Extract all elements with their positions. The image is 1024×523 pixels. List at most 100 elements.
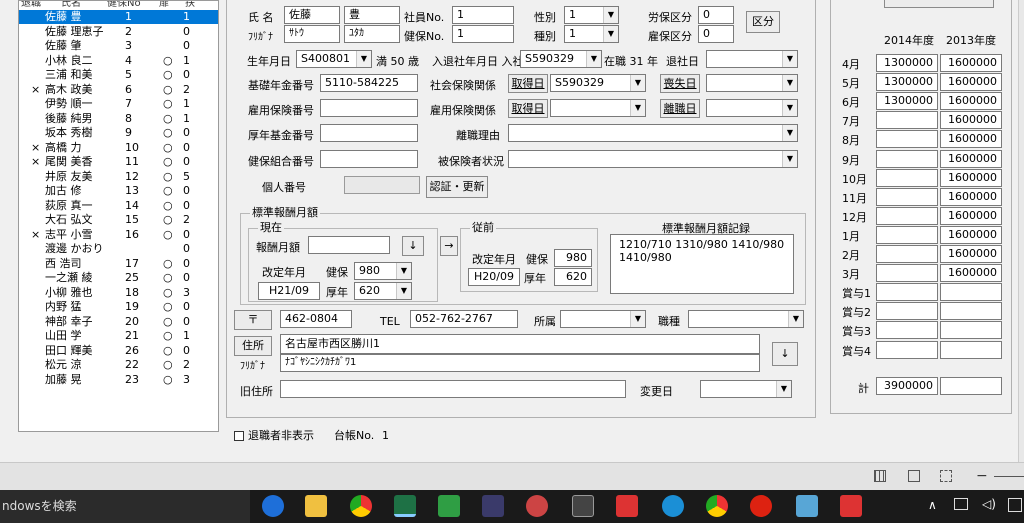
month-2014-value[interactable] [876,264,938,283]
social-acquire-select[interactable]: S590329 ▼ [550,74,646,92]
tel-input[interactable]: 052-762-2767 [410,310,518,328]
last-kana-input[interactable]: ｻﾄｳ [284,25,340,43]
dw-app-icon-2[interactable] [840,495,862,517]
month-2013-value[interactable]: 1600000 [940,168,1002,187]
reason-select[interactable]: ▼ [508,124,798,142]
revise-input[interactable]: H21/09 [258,282,320,300]
employee-list[interactable]: 退職 氏名 健保No 扉 扶 佐藤 豊 1 1 佐藤 理恵子 2 0 佐藤 肇 3 0 小林 良二… [18,0,219,432]
month-2014-value[interactable] [876,225,938,244]
list-item[interactable]: 渡邊 かおり 0 [19,242,218,256]
month-2014-value[interactable]: 1300000 [876,54,938,72]
birth-select[interactable]: S400801 ▼ [296,50,372,68]
list-item[interactable]: 田口 輝美 26 ○ 0 [19,344,218,358]
list-item[interactable]: 荻原 真一 14 ○ 0 [19,199,218,213]
excel-icon[interactable] [394,495,416,517]
acquire-button[interactable]: 取得日 [508,74,548,93]
dept-select[interactable]: ▼ [560,310,646,328]
list-item[interactable]: × 高木 政美 6 ○ 2 [19,83,218,97]
month-2014-value[interactable] [876,149,938,168]
month-2013-value[interactable]: 1600000 [940,206,1002,225]
tray-chevron-icon[interactable]: ∧ [928,498,937,512]
first-name-input[interactable]: 豊 [344,6,400,24]
chrome-icon-2[interactable] [706,495,728,517]
list-item[interactable]: × 尾関 美香 11 ○ 0 [19,155,218,169]
security-app-icon[interactable] [750,495,772,517]
emp-ins-input[interactable] [320,99,418,117]
month-2014-value[interactable] [876,187,938,206]
ie-icon[interactable] [662,495,684,517]
loss-button[interactable]: 喪失日 [660,74,700,93]
list-item[interactable]: 小柳 雅也 18 ○ 3 [19,286,218,300]
leave-button[interactable]: 離職日 [660,99,700,118]
month-2013-value[interactable]: 1600000 [940,54,1002,72]
kounen-select[interactable]: 620 ▼ [354,282,412,300]
month-2014-value[interactable] [876,302,938,321]
total-2013[interactable] [940,377,1002,395]
list-item[interactable]: 後藤 純男 8 ○ 1 [19,112,218,126]
month-2014-value[interactable] [876,130,938,149]
monthly-top-button[interactable] [884,0,994,8]
list-item[interactable]: 小林 良二 4 ○ 1 [19,54,218,68]
edge-icon[interactable] [262,495,284,517]
zoom-minus-icon[interactable]: − [976,469,988,483]
network-icon[interactable] [954,498,968,510]
volume-icon[interactable]: ◁) [982,497,996,511]
month-2013-value[interactable]: 1600000 [940,130,1002,149]
emp-no-input[interactable]: 1 [452,6,514,24]
kubun-button[interactable]: 区分 [746,11,780,33]
job-select[interactable]: ▼ [688,310,804,328]
kind-select[interactable]: 1 ▼ [564,25,619,43]
reward-month-input[interactable] [308,236,390,254]
month-2014-value[interactable] [876,245,938,263]
prev-kenpo-input[interactable]: 980 [554,249,592,267]
last-name-input[interactable]: 佐藤 [284,6,340,24]
month-2013-value[interactable]: 1600000 [940,92,1002,111]
month-2013-value[interactable] [940,302,1002,321]
list-item[interactable]: 加古 修 13 ○ 0 [19,184,218,198]
social-loss-select[interactable]: ▼ [706,74,798,92]
change-date-select[interactable]: ▼ [700,380,792,398]
month-2013-value[interactable]: 1600000 [940,264,1002,283]
page-layout-icon[interactable] [908,470,920,482]
month-2013-value[interactable]: 1600000 [940,187,1002,206]
list-item[interactable]: × 高橋 力 10 ○ 0 [19,141,218,155]
copy-arrow-button[interactable]: → [440,236,458,256]
first-kana-input[interactable]: ﾕﾀｶ [344,25,400,43]
dw-app-icon[interactable] [616,495,638,517]
month-2013-value[interactable]: 1600000 [940,111,1002,130]
month-2013-value[interactable] [940,283,1002,302]
month-2013-value[interactable]: 1600000 [940,225,1002,244]
kenpo-select[interactable]: 980 ▼ [354,262,412,280]
prev-kounen-input[interactable]: 620 [554,268,592,286]
list-item[interactable]: 伊勢 順一 7 ○ 1 [19,97,218,111]
auth-update-button[interactable]: 認証・更新 [426,176,488,198]
month-2014-value[interactable] [876,206,938,225]
gender-select[interactable]: 1 ▼ [564,6,619,24]
address-kana-input[interactable]: ﾅｺﾞﾔｼﾆｼｸｶﾁｶﾞﾜ1 [280,354,760,372]
month-2014-value[interactable] [876,340,938,359]
list-item[interactable]: 一之瀬 綾 25 ○ 0 [19,271,218,285]
list-item[interactable]: 井原 友美 12 ○ 5 [19,170,218,184]
health-no-input[interactable]: 1 [452,25,514,43]
ime-icon[interactable] [1008,498,1022,512]
emp-acquire-select[interactable]: ▼ [550,99,646,117]
month-2014-value[interactable]: 1300000 [876,73,938,92]
box-app-icon[interactable] [796,495,818,517]
list-item[interactable]: 大石 弘文 15 ○ 2 [19,213,218,227]
list-item[interactable]: 佐藤 豊 1 1 [19,10,218,24]
month-2013-value[interactable] [940,321,1002,340]
address-down-button[interactable]: ↓ [772,342,798,366]
month-2014-value[interactable] [876,283,938,302]
list-item[interactable]: × 志平 小雪 16 ○ 0 [19,228,218,242]
month-2013-value[interactable]: 1600000 [940,73,1002,92]
union-input[interactable] [320,150,418,168]
list-item[interactable]: 佐藤 肇 3 0 [19,39,218,53]
month-2014-value[interactable] [876,111,938,130]
folder-icon[interactable] [305,495,327,517]
month-2013-value[interactable]: 1600000 [940,149,1002,168]
list-item[interactable]: 坂本 秀樹 9 ○ 0 [19,126,218,140]
address-input[interactable]: 名古屋市西区勝川1 [280,334,760,354]
record-box[interactable]: 1210/710 1310/980 1410/980 1410/980 [610,234,794,294]
welfare-input[interactable] [320,124,418,142]
list-item[interactable]: 内野 猛 19 ○ 0 [19,300,218,314]
